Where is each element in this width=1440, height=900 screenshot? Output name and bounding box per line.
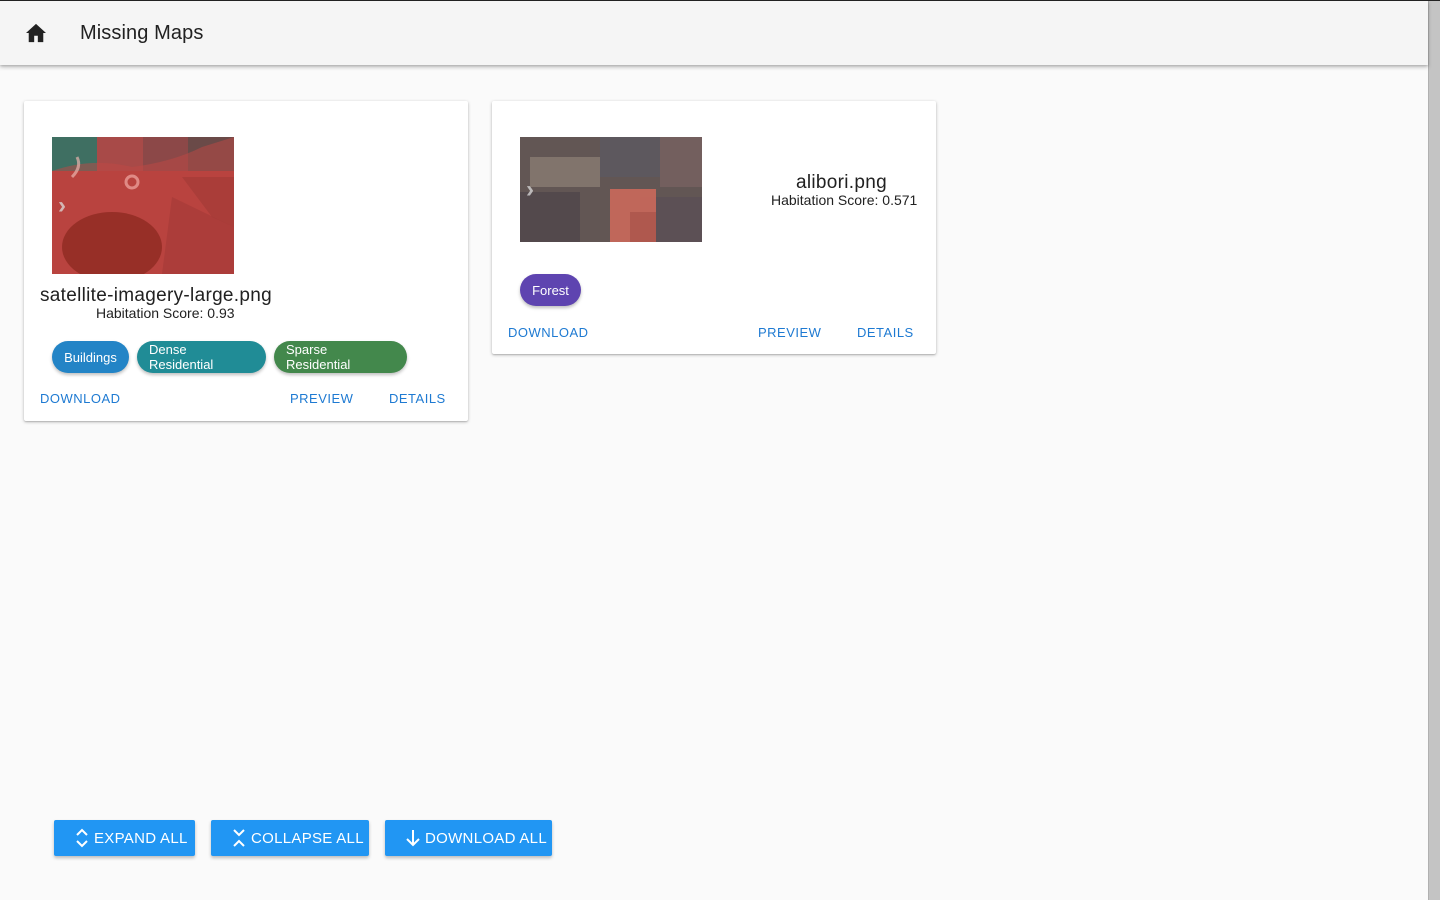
chevron-right-icon[interactable]: ›	[58, 193, 66, 218]
card-filename: satellite-imagery-large.png	[40, 285, 272, 306]
app-bar: Missing Maps	[0, 1, 1428, 65]
download-button[interactable]: Download	[508, 325, 589, 340]
vertical-scrollbar[interactable]	[1428, 1, 1440, 900]
details-button[interactable]: Details	[389, 391, 446, 406]
arrow-down-icon	[406, 830, 420, 847]
satellite-thumbnail	[52, 137, 234, 274]
habitation-score: Habitation Score: 0.93	[96, 305, 235, 321]
thumbnail-image[interactable]: ›	[52, 137, 234, 274]
unfold-more-icon	[76, 828, 88, 848]
chevron-right-icon[interactable]: ›	[526, 177, 534, 202]
unfold-less-icon	[233, 829, 245, 847]
expand-all-label: EXPAND ALL	[94, 829, 188, 847]
tag-chip-buildings[interactable]: Buildings	[52, 341, 129, 373]
app-title: Missing Maps	[80, 21, 204, 44]
satellite-thumbnail	[520, 137, 702, 242]
preview-button[interactable]: Preview	[758, 325, 821, 340]
home-button[interactable]	[24, 21, 48, 45]
tag-chip-dense-residential[interactable]: Dense Residential	[137, 341, 266, 373]
download-button[interactable]: Download	[40, 391, 121, 406]
window-top-border	[0, 0, 1440, 1]
image-card: › satellite-imagery-large.png Habitation…	[24, 101, 468, 421]
preview-button[interactable]: Preview	[290, 391, 353, 406]
collapse-all-label: COLLAPSE ALL	[251, 829, 364, 847]
tag-label: Forest	[532, 282, 569, 298]
collapse-all-button[interactable]: COLLAPSE ALL	[211, 820, 369, 856]
tag-label: Sparse Residential	[286, 342, 351, 372]
expand-all-button[interactable]: EXPAND ALL	[54, 820, 195, 856]
card-filename: alibori.png	[796, 172, 887, 193]
tag-chip-sparse-residential[interactable]: Sparse Residential	[274, 341, 407, 373]
tag-chip-forest[interactable]: Forest	[520, 274, 581, 306]
download-all-label: DOWNLOAD ALL	[425, 829, 547, 847]
details-button[interactable]: Details	[857, 325, 914, 340]
image-card: › alibori.png Habitation Score: 0.571 Fo…	[492, 101, 936, 354]
download-all-button[interactable]: DOWNLOAD ALL	[385, 820, 552, 856]
thumbnail-image[interactable]: ›	[520, 137, 702, 242]
habitation-score: Habitation Score: 0.571	[771, 192, 918, 208]
tag-label: Dense Residential	[149, 342, 214, 372]
home-icon	[26, 23, 46, 43]
tag-label: Buildings	[64, 349, 117, 365]
